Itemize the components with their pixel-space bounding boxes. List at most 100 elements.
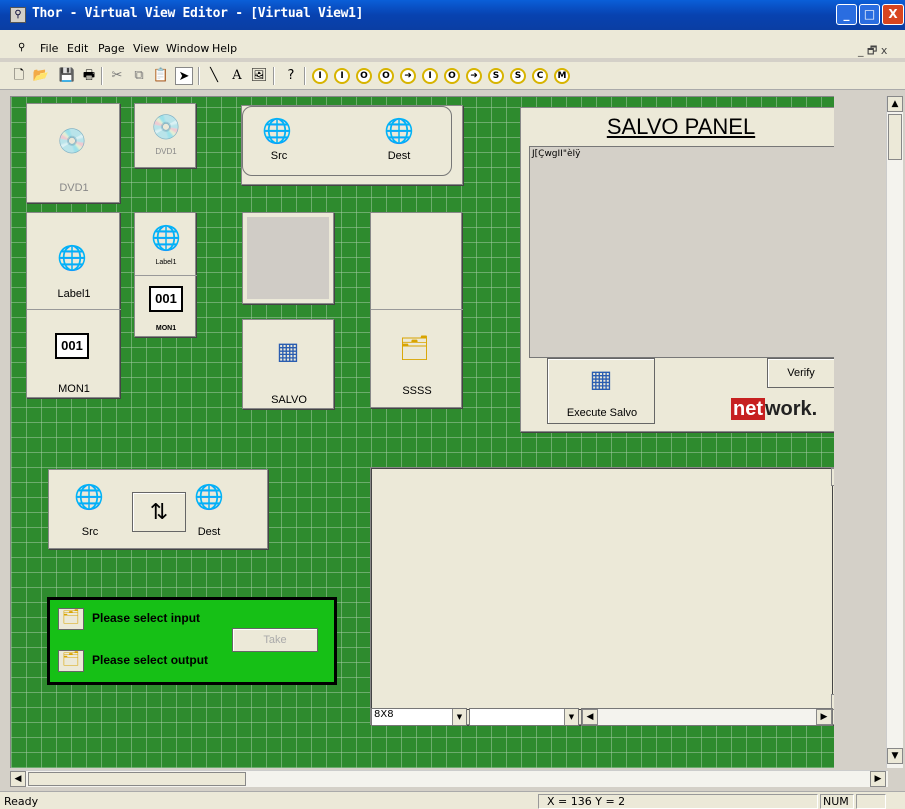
circle-tool-c-icon[interactable]: C (532, 68, 548, 84)
status-bar: Ready X = 136 Y = 2 NUM (0, 791, 905, 809)
circle-tool-o2-icon[interactable]: O (378, 68, 394, 84)
monitor-number-small[interactable]: 001 (149, 286, 183, 312)
status-pane-empty (856, 794, 886, 809)
circle-tool-arrow1-icon[interactable]: ➜ (400, 68, 416, 84)
mdi-controls[interactable]: _ 🗗 x (858, 42, 887, 61)
matrix-size-select[interactable]: 8X8 ▼ (371, 708, 467, 726)
disc-icon: 💿 (151, 113, 181, 141)
editor-canvas[interactable]: 💿 DVD1 💿 DVD1 🌐 Src 🌐 Dest 🌐 Label1 001 … (10, 96, 834, 768)
pointer-icon[interactable]: ➤ (175, 67, 193, 85)
execute-salvo-label: Execute Salvo (566, 407, 638, 419)
coords-pane: X = 136 Y = 2 (538, 794, 818, 809)
line-tool-icon[interactable]: ╲ (205, 67, 223, 85)
minimize-button[interactable]: _ (836, 4, 857, 25)
execute-salvo-button[interactable]: ▦ Execute Salvo (547, 358, 655, 424)
src-label: Src (81, 526, 99, 538)
source-icon[interactable]: 🌐 (57, 243, 87, 273)
scroll-down-icon[interactable]: ▼ (887, 748, 903, 764)
source-icon[interactable]: 🌐 (151, 223, 181, 253)
folder-tool-icon[interactable]: 🗂 (399, 333, 429, 363)
label1: Label1 (57, 288, 91, 300)
paste-icon[interactable]: 📋 (152, 67, 170, 85)
destination-icon[interactable]: 🌐 (194, 482, 224, 512)
dvd-label: DVD1 (59, 182, 89, 194)
dropdown-arrow-icon[interactable]: ▼ (452, 709, 466, 725)
src-label: Src (270, 150, 288, 162)
source-icon[interactable]: 🌐 (262, 116, 292, 146)
matrix-size-value: 8X8 (374, 709, 394, 720)
horizontal-scrollbar[interactable]: ◀ ▶ (10, 770, 888, 787)
salvo-button[interactable]: ▦ SALVO (242, 319, 334, 409)
scroll-right-icon[interactable]: ▶ (870, 771, 886, 787)
salvo-panel: SALVO PANEL J[ÇwgII"èIÿ ▦ Execute Salvo … (520, 107, 834, 432)
coords-text: X = 136 Y = 2 (547, 795, 626, 808)
menu-help[interactable]: Help (212, 42, 237, 55)
salvo-list[interactable]: J[ÇwgII"èIÿ (529, 146, 834, 358)
circle-tool-s2-icon[interactable]: S (510, 68, 526, 84)
num-indicator: NUM (823, 795, 849, 808)
salvo-panel-title: SALVO PANEL (606, 114, 756, 139)
circle-tool-i1-icon[interactable]: I (312, 68, 328, 84)
salvo-icon: ▦ (589, 366, 613, 393)
circle-tool-o1-icon[interactable]: O (356, 68, 372, 84)
circle-tool-o3-icon[interactable]: O (444, 68, 460, 84)
menu-page[interactable]: Page (98, 42, 125, 55)
image-tool-icon[interactable]: 🖼 (250, 67, 268, 85)
dest-label: Dest (387, 150, 411, 162)
monitor-number[interactable]: 001 (55, 333, 89, 359)
vertical-scrollbar[interactable]: ▲ ▼ (886, 96, 903, 768)
menu-view[interactable]: View (133, 42, 159, 55)
output-select-icon[interactable]: 🗂 (58, 650, 84, 672)
circle-tool-i2-icon[interactable]: I (334, 68, 350, 84)
app-icon: ⚲ (10, 7, 26, 23)
mon1-label: MON1 (58, 383, 90, 395)
save-icon[interactable]: 💾 (58, 67, 76, 85)
take-button[interactable]: Take (232, 628, 318, 652)
input-select-icon[interactable]: 🗂 (58, 608, 84, 630)
scroll-left-icon[interactable]: ◀ (582, 709, 598, 725)
dropdown-arrow-icon[interactable]: ▼ (564, 709, 578, 725)
matrix-select-2[interactable]: ▼ (469, 708, 579, 726)
circle-tool-arrow2-icon[interactable]: ➜ (466, 68, 482, 84)
matrix-grid[interactable] (371, 468, 833, 710)
copy-icon[interactable]: ⧉ (130, 67, 148, 85)
open-icon[interactable]: 📂 (32, 67, 50, 85)
salvo-list-item[interactable]: J[ÇwgII"èIÿ (532, 149, 581, 159)
salvo-label: SALVO (271, 394, 307, 406)
print-icon[interactable]: 🖶 (80, 67, 98, 85)
scroll-left-icon[interactable]: ◀ (10, 771, 26, 787)
swap-button[interactable]: ⇅ (132, 492, 186, 532)
verify-button[interactable]: Verify (767, 358, 834, 388)
vscroll-thumb[interactable] (888, 114, 902, 160)
window-title: Thor - Virtual View Editor - [Virtual Vi… (32, 6, 364, 21)
source-icon[interactable]: 🌐 (74, 482, 104, 512)
circle-tool-s1-icon[interactable]: S (488, 68, 504, 84)
dvd-panel-large[interactable]: 💿 DVD1 (26, 103, 120, 203)
label-mon-panel: 🌐 Label1 001 MON1 (26, 212, 121, 398)
cut-icon[interactable]: ✂ (108, 67, 126, 85)
new-icon[interactable]: 🗋 (10, 67, 28, 85)
dvd-small-label: DVD1 (155, 147, 177, 156)
text-tool-icon[interactable]: A (228, 67, 246, 85)
matrix-panel: ▲ ▼ 8X8 ▼ ▼ ◀ ▶ (370, 467, 834, 726)
menu-file[interactable]: File (40, 42, 58, 55)
menu-window[interactable]: Window (166, 42, 209, 55)
network-logo: net work. (731, 398, 818, 420)
toolbar: 🗋 📂 💾 🖶 ✂ ⧉ 📋 ➤ ╲ A 🖼 ? I I O O ➜ I O ➜ … (0, 62, 905, 90)
destination-icon[interactable]: 🌐 (384, 116, 414, 146)
scroll-right-icon[interactable]: ▶ (816, 709, 832, 725)
circle-tool-i3-icon[interactable]: I (422, 68, 438, 84)
hscroll-thumb[interactable] (28, 772, 246, 786)
dvd-panel-small[interactable]: 💿 DVD1 (134, 103, 196, 168)
help-icon[interactable]: ? (282, 67, 300, 85)
matrix-scroll-up-icon[interactable]: ▲ (831, 468, 834, 486)
maximize-button[interactable]: □ (859, 4, 880, 25)
empty-panel[interactable] (242, 212, 334, 304)
status-text: Ready (4, 795, 39, 808)
matrix-hscroll[interactable]: ◀ ▶ (581, 708, 833, 726)
scroll-up-icon[interactable]: ▲ (887, 96, 903, 112)
close-button[interactable]: X (882, 4, 904, 25)
src-dest-panel-bottom: 🌐 Src ⇅ 🌐 Dest (48, 469, 268, 549)
menu-edit[interactable]: Edit (67, 42, 88, 55)
circle-tool-m-icon[interactable]: M (554, 68, 570, 84)
